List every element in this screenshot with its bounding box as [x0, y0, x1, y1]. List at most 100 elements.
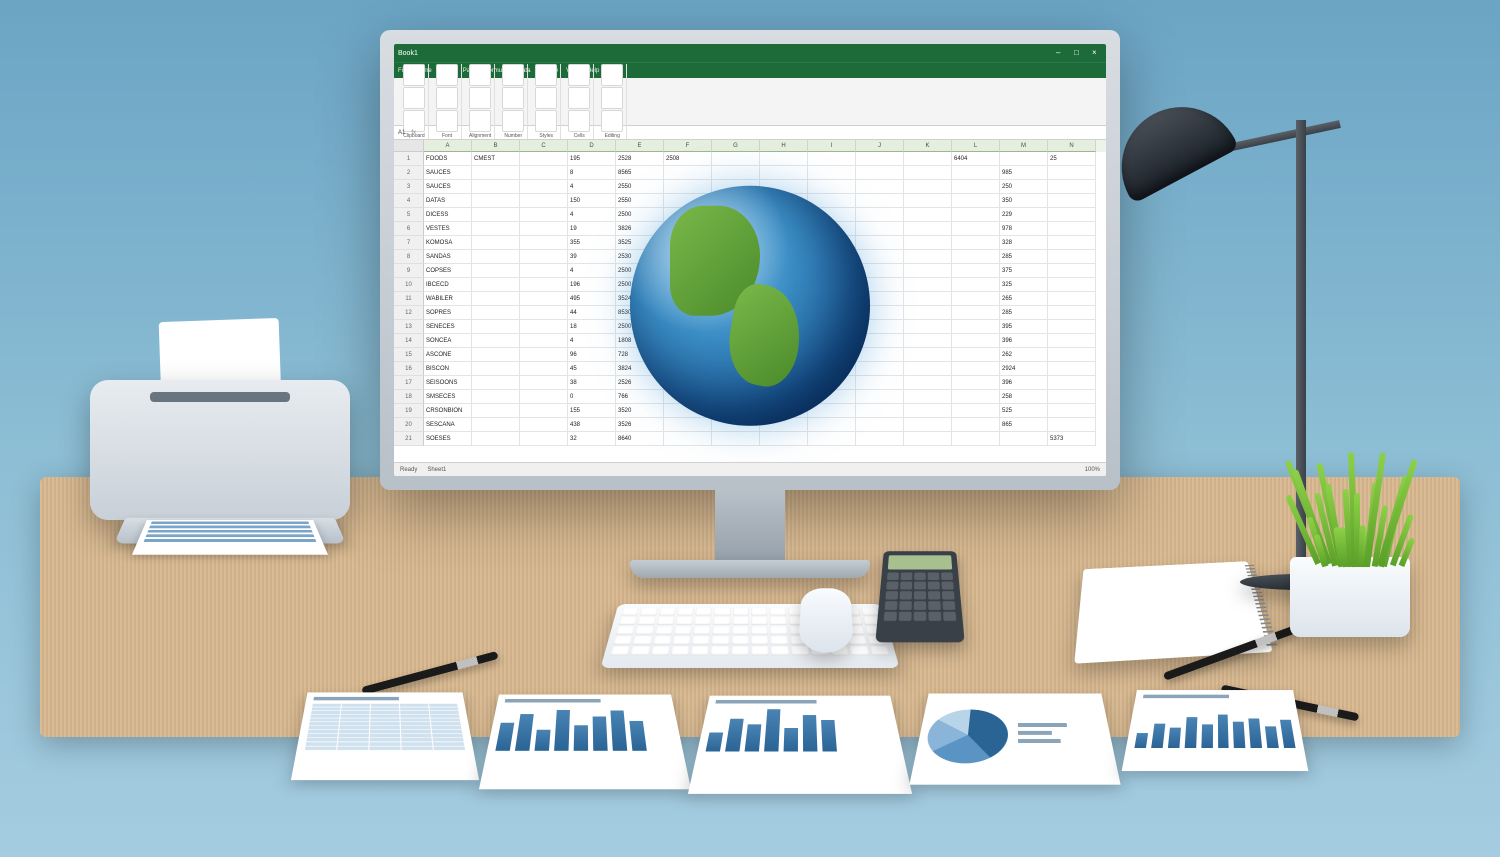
- cell[interactable]: [952, 208, 1000, 222]
- cell[interactable]: [904, 418, 952, 432]
- cell[interactable]: [472, 320, 520, 334]
- column-header[interactable]: G: [712, 140, 760, 152]
- cell[interactable]: [952, 306, 1000, 320]
- cell[interactable]: [520, 180, 568, 194]
- ribbon-button[interactable]: [502, 87, 524, 109]
- cell[interactable]: BISCON: [424, 362, 472, 376]
- cell[interactable]: [904, 306, 952, 320]
- cell[interactable]: SOESES: [424, 432, 472, 446]
- cell[interactable]: 2528: [616, 152, 664, 166]
- cell[interactable]: 2550: [616, 180, 664, 194]
- ribbon-button[interactable]: [403, 87, 425, 109]
- cell[interactable]: [472, 222, 520, 236]
- cell[interactable]: [1048, 166, 1096, 180]
- maximize-icon[interactable]: □: [1074, 48, 1084, 58]
- cell[interactable]: [952, 236, 1000, 250]
- cell[interactable]: 328: [1000, 236, 1048, 250]
- cell[interactable]: [1000, 152, 1048, 166]
- row-header[interactable]: 19: [394, 404, 424, 418]
- cell[interactable]: 355: [568, 236, 616, 250]
- cell[interactable]: [472, 432, 520, 446]
- cell[interactable]: [520, 320, 568, 334]
- cell[interactable]: [664, 180, 712, 194]
- cell[interactable]: DICESS: [424, 208, 472, 222]
- cell[interactable]: [760, 432, 808, 446]
- cell[interactable]: VESTES: [424, 222, 472, 236]
- cell[interactable]: [952, 390, 1000, 404]
- row-header[interactable]: 17: [394, 376, 424, 390]
- column-header[interactable]: M: [1000, 140, 1048, 152]
- cell[interactable]: [1048, 264, 1096, 278]
- cell[interactable]: 985: [1000, 166, 1048, 180]
- cell[interactable]: [952, 292, 1000, 306]
- cell[interactable]: 2508: [664, 152, 712, 166]
- cell[interactable]: SAUCES: [424, 166, 472, 180]
- cell[interactable]: [808, 180, 856, 194]
- cell[interactable]: SMSECES: [424, 390, 472, 404]
- cell[interactable]: [520, 348, 568, 362]
- cell[interactable]: [904, 432, 952, 446]
- cell[interactable]: [1048, 404, 1096, 418]
- cell[interactable]: [1048, 236, 1096, 250]
- cell[interactable]: 250: [1000, 180, 1048, 194]
- cell[interactable]: [472, 292, 520, 306]
- cell[interactable]: [1048, 320, 1096, 334]
- cell[interactable]: [952, 362, 1000, 376]
- cell[interactable]: SESCANA: [424, 418, 472, 432]
- cell[interactable]: [856, 432, 904, 446]
- cell[interactable]: 396: [1000, 334, 1048, 348]
- ribbon-button[interactable]: [502, 110, 524, 132]
- cell[interactable]: [712, 166, 760, 180]
- cell[interactable]: [1048, 418, 1096, 432]
- cell[interactable]: 265: [1000, 292, 1048, 306]
- row-header[interactable]: 13: [394, 320, 424, 334]
- cell[interactable]: 18: [568, 320, 616, 334]
- ribbon-button[interactable]: [601, 87, 623, 109]
- cell[interactable]: [904, 376, 952, 390]
- cell[interactable]: 8565: [616, 166, 664, 180]
- cell[interactable]: IBCECD: [424, 278, 472, 292]
- cell[interactable]: 438: [568, 418, 616, 432]
- column-header[interactable]: K: [904, 140, 952, 152]
- cell[interactable]: [1048, 306, 1096, 320]
- ribbon-button[interactable]: [568, 87, 590, 109]
- close-icon[interactable]: ×: [1092, 48, 1102, 58]
- cell[interactable]: 2550: [616, 194, 664, 208]
- cell[interactable]: [472, 194, 520, 208]
- cell[interactable]: 38: [568, 376, 616, 390]
- cell[interactable]: 0: [568, 390, 616, 404]
- cell[interactable]: 350: [1000, 194, 1048, 208]
- ribbon-button[interactable]: [535, 87, 557, 109]
- cell[interactable]: [520, 208, 568, 222]
- cell[interactable]: [856, 208, 904, 222]
- cell[interactable]: [904, 264, 952, 278]
- cell[interactable]: [904, 166, 952, 180]
- cell[interactable]: 8640: [616, 432, 664, 446]
- cell[interactable]: [472, 390, 520, 404]
- cell[interactable]: 19: [568, 222, 616, 236]
- cell[interactable]: [712, 152, 760, 166]
- cell[interactable]: [952, 418, 1000, 432]
- cell[interactable]: [1048, 208, 1096, 222]
- column-header[interactable]: F: [664, 140, 712, 152]
- cell[interactable]: [904, 236, 952, 250]
- cell[interactable]: [904, 404, 952, 418]
- ribbon-button[interactable]: [568, 64, 590, 86]
- cell[interactable]: 262: [1000, 348, 1048, 362]
- cell[interactable]: [472, 348, 520, 362]
- cell[interactable]: [952, 278, 1000, 292]
- ribbon-button[interactable]: [601, 64, 623, 86]
- row-header[interactable]: 6: [394, 222, 424, 236]
- cell[interactable]: 2924: [1000, 362, 1048, 376]
- cell[interactable]: [520, 390, 568, 404]
- cell[interactable]: [856, 180, 904, 194]
- cell[interactable]: SOPRES: [424, 306, 472, 320]
- cell[interactable]: [856, 152, 904, 166]
- column-header[interactable]: I: [808, 140, 856, 152]
- cell[interactable]: [520, 292, 568, 306]
- row-header[interactable]: 10: [394, 278, 424, 292]
- cell[interactable]: [856, 390, 904, 404]
- cell[interactable]: ASCONE: [424, 348, 472, 362]
- cell[interactable]: [904, 292, 952, 306]
- cell[interactable]: 32: [568, 432, 616, 446]
